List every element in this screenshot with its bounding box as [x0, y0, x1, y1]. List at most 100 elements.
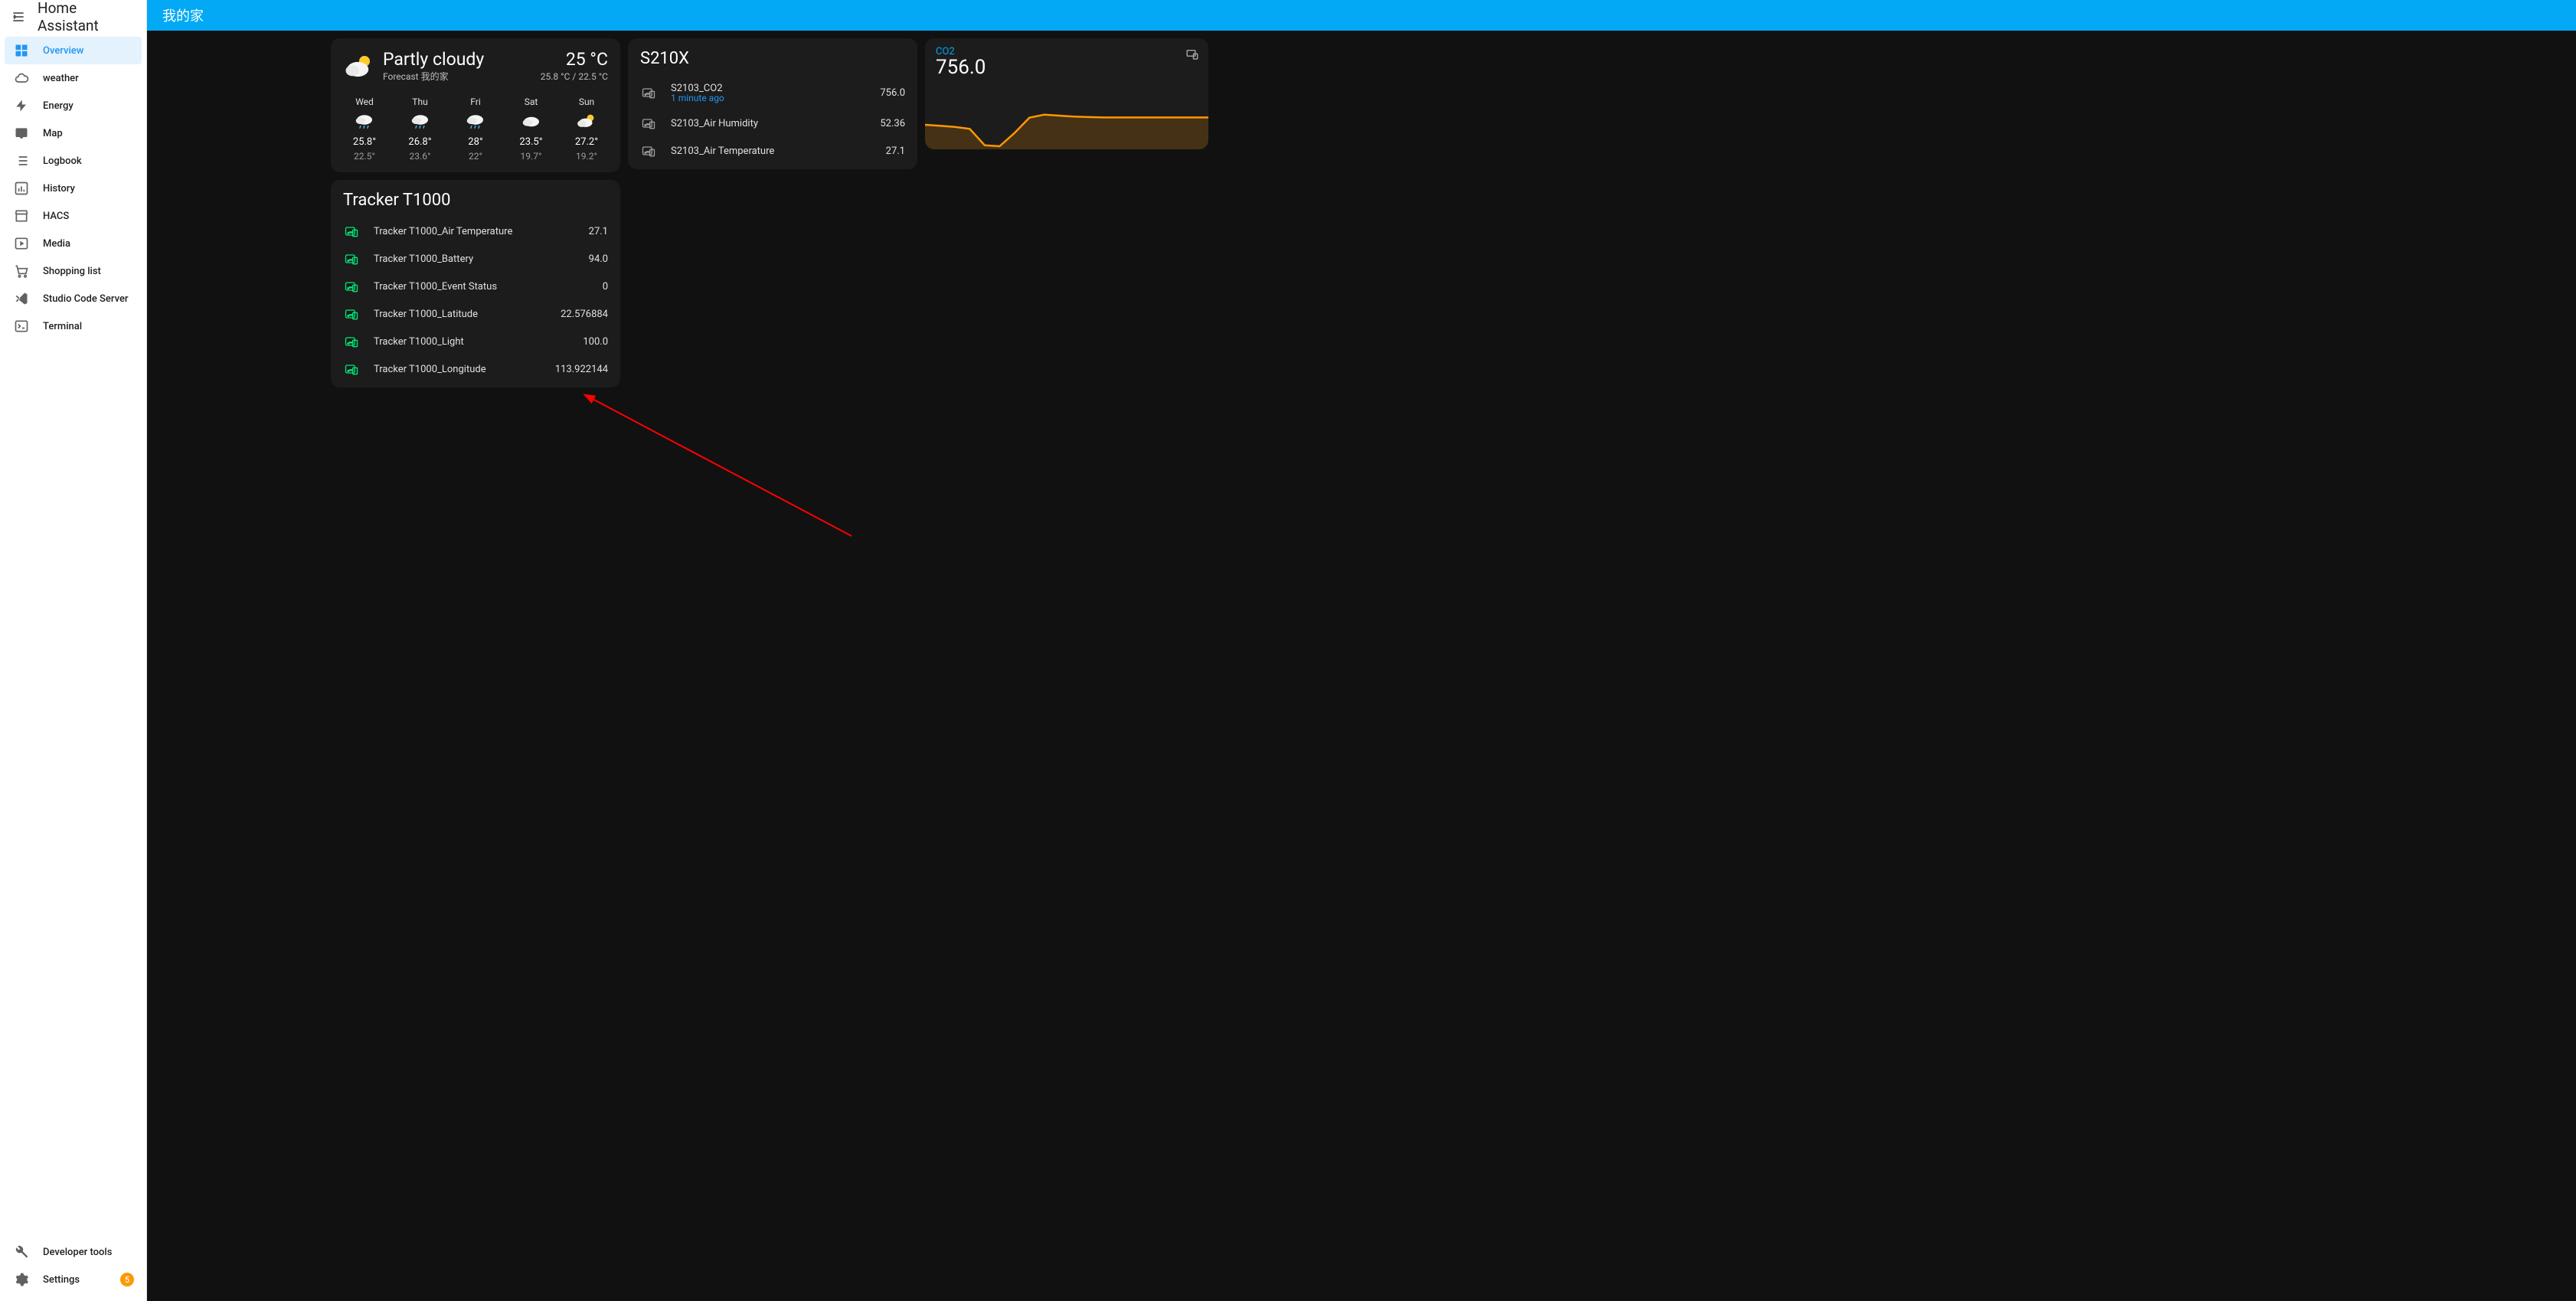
s210x-title: S210X	[640, 49, 905, 68]
sensor-icon	[343, 361, 360, 378]
sidebar: Home Assistant Overview weather Energy M…	[0, 0, 147, 1301]
co2-graph-card[interactable]: CO2 756.0	[925, 38, 1208, 149]
day-name: Thu	[412, 96, 427, 107]
day-low: 23.6°	[410, 151, 431, 162]
sidebar-item-weather[interactable]: weather	[5, 64, 142, 92]
entity-value: 0	[603, 281, 608, 293]
entity-value: 22.576884	[561, 309, 608, 320]
sidebar-item-label: Energy	[43, 100, 74, 112]
entity-name: Tracker T1000_Battery	[374, 253, 589, 265]
app-title: Home Assistant	[38, 0, 137, 34]
weather-day-icon	[575, 110, 598, 133]
forecast-day: Fri 28° 22°	[454, 96, 497, 162]
graph-svg	[925, 88, 1208, 149]
sidebar-item-devtools[interactable]: Developer tools	[5, 1238, 142, 1266]
sensor-icon	[640, 115, 657, 132]
sensor-icon	[343, 250, 360, 267]
graph-value: 756.0	[936, 57, 1198, 77]
entity-name: S2103_Air Temperature	[671, 145, 886, 157]
sidebar-item-label: Overview	[43, 45, 83, 57]
play-icon	[12, 234, 31, 253]
sensor-icon	[343, 306, 360, 322]
entity-name: Tracker T1000_Longitude	[374, 364, 555, 375]
s210x-card[interactable]: S210X S2103_CO21 minute ago756.0S2103_Ai…	[628, 38, 917, 169]
sidebar-item-history[interactable]: History	[5, 175, 142, 202]
entity-row[interactable]: Tracker T1000_Event Status0	[343, 273, 608, 300]
sidebar-item-terminal[interactable]: Terminal	[5, 312, 142, 340]
column-1: Partly cloudy Forecast 我的家 25 °C 25.8 °C…	[331, 38, 620, 387]
topbar: 我的家	[147, 0, 2576, 31]
entity-row[interactable]: Tracker T1000_Latitude22.576884	[343, 300, 608, 328]
day-low: 22°	[469, 151, 482, 162]
weather-partly-cloudy-icon	[343, 51, 375, 83]
sidebar-item-label: History	[43, 183, 75, 194]
sensor-icon	[343, 223, 360, 240]
column-2: S210X S2103_CO21 minute ago756.0S2103_Ai…	[628, 38, 917, 169]
day-high: 27.2°	[575, 136, 598, 148]
entity-value: 756.0	[880, 87, 905, 99]
sidebar-header: Home Assistant	[0, 0, 146, 34]
sidebar-item-label: Media	[43, 238, 70, 250]
entity-value: 94.0	[589, 253, 608, 265]
entity-row[interactable]: Tracker T1000_Battery94.0	[343, 245, 608, 273]
entity-row[interactable]: S2103_Air Humidity52.36	[640, 110, 905, 137]
day-name: Wed	[355, 96, 374, 107]
entity-name: S2103_Air Humidity	[671, 118, 880, 129]
dashboard-content: Partly cloudy Forecast 我的家 25 °C 25.8 °C…	[147, 31, 2576, 1301]
cart-icon	[12, 262, 31, 280]
tracker-title: Tracker T1000	[343, 191, 608, 210]
s210x-rows: S2103_CO21 minute ago756.0S2103_Air Humi…	[640, 76, 905, 165]
device-icon	[1185, 47, 1199, 61]
entity-row[interactable]: S2103_Air Temperature27.1	[640, 137, 905, 165]
sensor-icon	[343, 278, 360, 295]
sidebar-item-label: Shopping list	[43, 266, 101, 277]
dashboard-title: 我的家	[162, 5, 204, 25]
day-low: 19.2°	[576, 151, 597, 162]
sidebar-item-overview[interactable]: Overview	[5, 37, 142, 64]
menu-collapse-icon[interactable]	[9, 8, 27, 26]
weather-sub: Forecast 我的家	[383, 70, 484, 83]
annotation-arrow	[576, 391, 867, 544]
sidebar-item-energy[interactable]: Energy	[5, 92, 142, 119]
entity-name: Tracker T1000_Latitude	[374, 309, 561, 320]
tracker-card[interactable]: Tracker T1000 Tracker T1000_Air Temperat…	[331, 180, 620, 387]
sidebar-item-label: HACS	[43, 211, 69, 222]
settings-badge: 5	[120, 1273, 134, 1286]
entity-value: 52.36	[880, 118, 905, 129]
sidebar-item-label: Developer tools	[43, 1247, 112, 1258]
sidebar-item-studio[interactable]: Studio Code Server	[5, 285, 142, 312]
day-name: Fri	[470, 96, 480, 107]
day-high: 26.8°	[408, 136, 431, 148]
app-root: Home Assistant Overview weather Energy M…	[0, 0, 2576, 1301]
terminal-icon	[12, 317, 31, 335]
entity-row[interactable]: S2103_CO21 minute ago756.0	[640, 76, 905, 110]
weather-state: Partly cloudy	[383, 49, 484, 70]
day-high: 28°	[468, 136, 482, 148]
sidebar-item-map[interactable]: Map	[5, 119, 142, 147]
forecast-day: Wed 25.8° 22.5°	[343, 96, 386, 162]
tracker-rows: Tracker T1000_Air Temperature27.1Tracker…	[343, 217, 608, 383]
sidebar-item-label: Terminal	[43, 321, 82, 332]
entity-row[interactable]: Tracker T1000_Air Temperature27.1	[343, 217, 608, 245]
list-icon	[12, 152, 31, 170]
sidebar-item-hacs[interactable]: HACS	[5, 202, 142, 230]
weather-day-icon	[353, 110, 376, 133]
weather-hilo: 25.8 °C / 22.5 °C	[541, 71, 608, 82]
day-low: 22.5°	[354, 151, 375, 162]
dashboard-icon	[12, 41, 31, 60]
sidebar-item-shopping[interactable]: Shopping list	[5, 257, 142, 285]
day-high: 23.5°	[519, 136, 542, 148]
sidebar-item-logbook[interactable]: Logbook	[5, 147, 142, 175]
entity-name: Tracker T1000_Light	[374, 336, 583, 348]
sidebar-item-settings[interactable]: Settings 5	[5, 1266, 142, 1293]
entity-value: 100.0	[583, 336, 608, 348]
sensor-icon	[640, 142, 657, 159]
weather-temp: 25 °C	[541, 49, 608, 70]
store-icon	[12, 207, 31, 225]
sidebar-item-media[interactable]: Media	[5, 230, 142, 257]
sidebar-item-label: Map	[43, 128, 63, 139]
entity-row[interactable]: Tracker T1000_Longitude113.922144	[343, 355, 608, 383]
weather-card[interactable]: Partly cloudy Forecast 我的家 25 °C 25.8 °C…	[331, 38, 620, 172]
day-high: 25.8°	[353, 136, 376, 148]
entity-row[interactable]: Tracker T1000_Light100.0	[343, 328, 608, 355]
